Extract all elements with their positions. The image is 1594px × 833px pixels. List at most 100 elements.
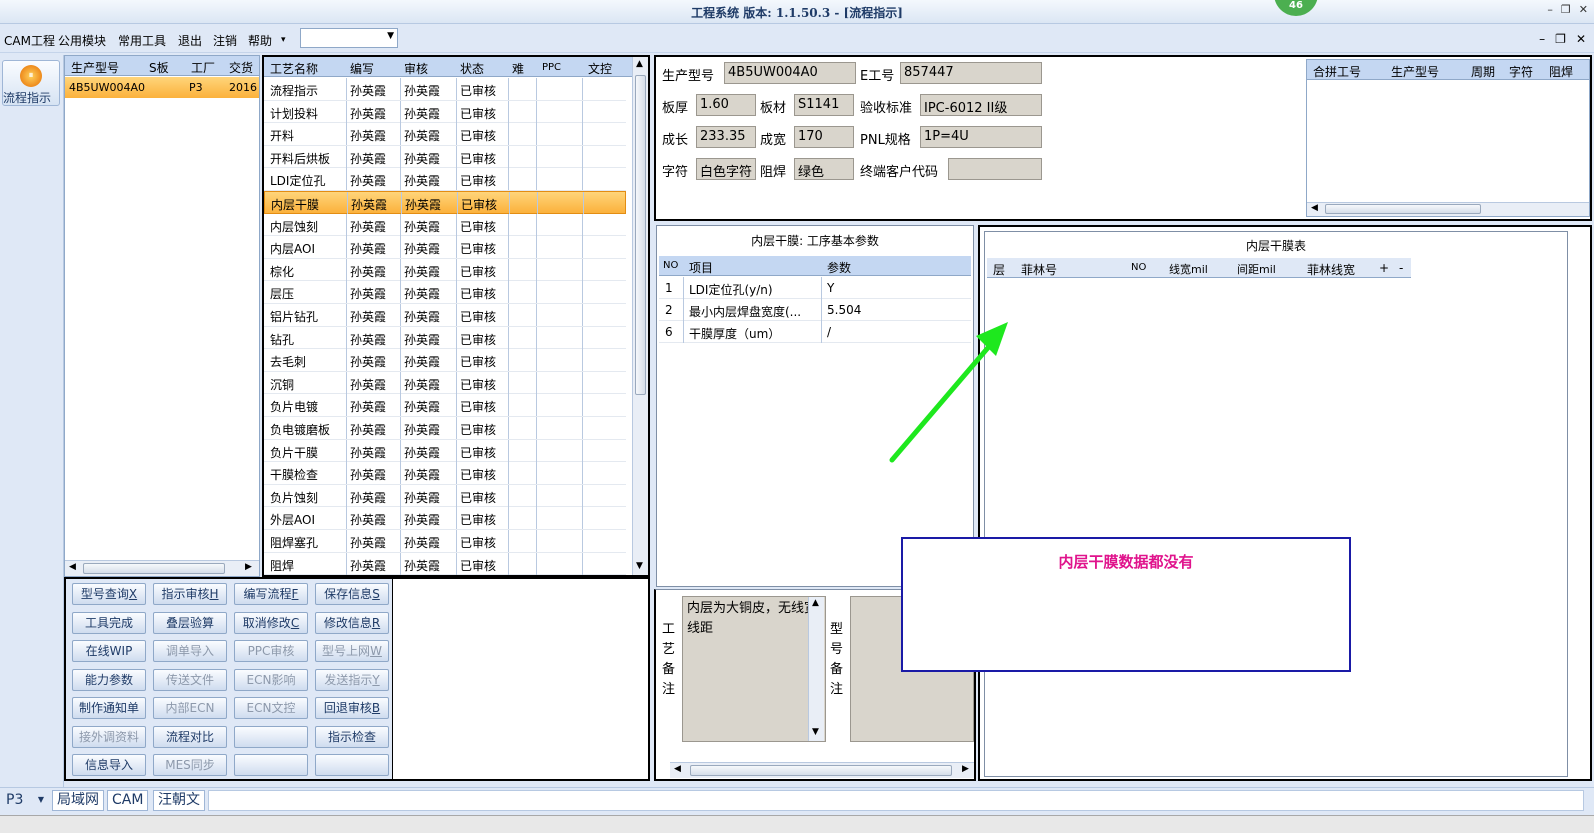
mdi-close-button[interactable]: ✕: [1576, 32, 1586, 46]
col-writer[interactable]: 编写: [350, 60, 374, 77]
col-doc-control[interactable]: 文控: [588, 60, 612, 77]
col-merge-cycle[interactable]: 周期: [1471, 63, 1495, 80]
scroll-left-icon[interactable]: ◀: [1311, 203, 1318, 213]
table-row[interactable]: 沉铜 孙英霞 孙英霞 已审核: [264, 371, 626, 395]
pnl-field[interactable]: 1P=4U: [920, 126, 1042, 148]
action-button-4-0[interactable]: 制作通知单: [72, 697, 146, 719]
action-button-5-0[interactable]: 接外调资料: [72, 725, 146, 748]
table-row[interactable]: 层压 孙英霞 孙英霞 已审核: [264, 281, 626, 304]
col-film-line-width[interactable]: 菲林线宽: [1307, 261, 1355, 278]
minimize-button[interactable]: –: [1547, 3, 1553, 16]
merge-grid-hscroll[interactable]: ◀: [1307, 202, 1589, 216]
col-merge-mask[interactable]: 阻焊: [1549, 63, 1573, 80]
table-row[interactable]: 流程指示 孙英霞 孙英霞 已审核: [264, 78, 626, 101]
action-button-1-2[interactable]: 取消修改C: [234, 611, 308, 634]
action-button-3-1[interactable]: 传送文件: [153, 668, 227, 691]
action-button-0-0[interactable]: 型号查询X: [72, 583, 146, 605]
table-row[interactable]: 钻孔 孙英霞 孙英霞 已审核: [264, 326, 626, 350]
solder-mask-field[interactable]: 绿色: [794, 158, 854, 180]
scroll-thumb[interactable]: [1325, 204, 1481, 214]
mdi-restore-button[interactable]: ❐: [1555, 32, 1566, 46]
action-button-2-2[interactable]: PPC审核: [234, 640, 308, 662]
menu-exit[interactable]: 退出: [178, 32, 202, 49]
tab-cam[interactable]: CAM: [107, 790, 149, 811]
action-button-6-3[interactable]: [315, 754, 389, 776]
table-row[interactable]: 外层AOI 孙英霞 孙英霞 已审核: [264, 507, 626, 530]
col-param-value[interactable]: 参数: [827, 259, 851, 276]
col-model[interactable]: 生产型号: [71, 59, 119, 76]
table-row[interactable]: 4B5UW004A0 P3 2016: [65, 77, 259, 98]
table-row[interactable]: 负片干膜 孙英霞 孙英霞 已审核: [264, 439, 626, 463]
nav-flow-button[interactable]: ⏸ 流程指示: [2, 60, 60, 106]
tab-user[interactable]: 汪朝文: [153, 790, 205, 811]
col-film-seq[interactable]: NO: [1131, 262, 1146, 273]
action-button-0-1[interactable]: 指示审核H: [153, 583, 227, 605]
table-row[interactable]: 铝片钻孔 孙英霞 孙英霞 已审核: [264, 304, 626, 327]
table-row[interactable]: 内层蚀刻 孙英霞 孙英霞 已审核: [264, 213, 626, 237]
table-row[interactable]: 阻焊塞孔 孙英霞 孙英霞 已审核: [264, 530, 626, 553]
col-reviewer[interactable]: 审核: [404, 60, 428, 77]
col-status[interactable]: 状态: [460, 60, 484, 77]
acceptance-field[interactable]: IPC-6012 II级: [920, 94, 1042, 116]
scroll-down-icon[interactable]: ▼: [812, 727, 819, 737]
col-spacing[interactable]: 间距mil: [1237, 261, 1276, 277]
menu-logout[interactable]: 注销: [213, 32, 237, 49]
customer-code-field[interactable]: [948, 158, 1042, 180]
scroll-thumb[interactable]: [690, 765, 952, 776]
menu-help[interactable]: 帮助: [248, 32, 272, 49]
chevron-down-icon[interactable]: ▼: [387, 31, 394, 41]
action-button-3-2[interactable]: ECN影响: [234, 668, 308, 691]
scroll-left-icon[interactable]: ◀: [69, 562, 76, 572]
material-field[interactable]: S1141: [794, 94, 854, 116]
table-row[interactable]: 负片电镀 孙英霞 孙英霞 已审核: [264, 394, 626, 417]
col-layer[interactable]: 层: [993, 261, 1005, 278]
menu-combo[interactable]: ▼: [300, 28, 398, 48]
chevron-down-icon[interactable]: ▼: [38, 795, 44, 804]
table-row[interactable]: 干膜检查 孙英霞 孙英霞 已审核: [264, 462, 626, 485]
col-ppc[interactable]: PPC: [542, 62, 561, 73]
process-note-field[interactable]: 内层为大铜皮，无线宽线距: [682, 596, 826, 742]
table-row[interactable]: 开料 孙英霞 孙英霞 已审核: [264, 123, 626, 146]
col-line-width[interactable]: 线宽mil: [1169, 261, 1208, 277]
action-button-1-1[interactable]: 叠层验算: [153, 611, 227, 634]
table-row[interactable]: 内层干膜 孙英霞 孙英霞 已审核: [264, 191, 626, 214]
factory-select[interactable]: P3 ▼: [2, 790, 46, 811]
col-param-no[interactable]: NO: [663, 260, 678, 271]
add-row-button[interactable]: +: [1379, 261, 1389, 275]
action-button-5-2[interactable]: [234, 725, 308, 748]
scroll-left-icon[interactable]: ◀: [674, 764, 681, 774]
scroll-thumb[interactable]: [83, 563, 225, 574]
col-difficulty[interactable]: 难: [512, 60, 524, 77]
close-button[interactable]: ✕: [1579, 3, 1588, 16]
action-button-4-3[interactable]: 回退审核B: [315, 697, 389, 719]
tab-lan[interactable]: 局域网: [52, 790, 104, 811]
scroll-right-icon[interactable]: ▶: [962, 764, 969, 774]
action-button-3-0[interactable]: 能力参数: [72, 668, 146, 691]
width-field[interactable]: 170: [794, 126, 854, 148]
table-row[interactable]: 棕化 孙英霞 孙英霞 已审核: [264, 258, 626, 282]
menu-common-tools[interactable]: 常用工具: [118, 32, 166, 49]
e-number-field[interactable]: 857447: [900, 62, 1042, 84]
note-vscroll[interactable]: ▲ ▼: [808, 597, 824, 741]
col-process-name[interactable]: 工艺名称: [270, 60, 318, 77]
table-row[interactable]: 开料后烘板 孙英霞 孙英霞 已审核: [264, 145, 626, 169]
action-button-6-1[interactable]: MES同步: [153, 754, 227, 776]
action-button-4-2[interactable]: ECN文控: [234, 697, 308, 719]
notes-hscroll[interactable]: ◀ ▶: [670, 762, 974, 778]
scroll-right-icon[interactable]: ▶: [245, 562, 252, 572]
action-button-5-3[interactable]: 指示检查: [315, 725, 389, 748]
scroll-down-icon[interactable]: ▼: [636, 561, 643, 571]
model-grid-hscroll[interactable]: ◀ ▶: [65, 560, 259, 576]
thickness-field[interactable]: 1.60: [696, 94, 756, 116]
menu-common-modules[interactable]: 公用模块: [58, 32, 106, 49]
table-row[interactable]: 负电镀磨板 孙英霞 孙英霞 已审核: [264, 417, 626, 440]
action-button-6-2[interactable]: [234, 754, 308, 776]
process-grid-vscroll[interactable]: ▲ ▼: [632, 57, 648, 575]
mdi-minimize-button[interactable]: –: [1539, 32, 1545, 46]
menu-cam[interactable]: CAM工程: [4, 32, 55, 49]
length-field[interactable]: 233.35: [696, 126, 756, 148]
col-factory[interactable]: 工厂: [191, 59, 215, 76]
action-button-6-0[interactable]: 信息导入: [72, 754, 146, 776]
character-field[interactable]: 白色字符: [696, 158, 756, 180]
table-row[interactable]: 阻焊 孙英霞 孙英霞 已审核: [264, 552, 626, 575]
